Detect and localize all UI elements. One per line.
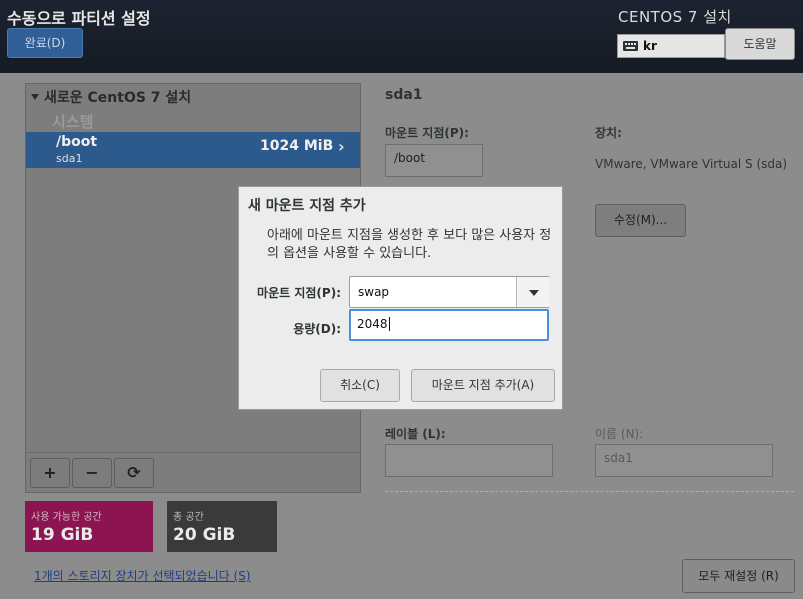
group-label-system: 시스템 — [52, 113, 94, 131]
total-space-label: 총 공간 — [173, 512, 204, 523]
product-title: CENTOS 7 설치 — [618, 8, 732, 26]
available-space-box: 사용 가능한 공간 19 GiB — [25, 501, 153, 552]
keyboard-layout-label: kr — [643, 39, 657, 53]
storage-devices-link[interactable]: 1개의 스토리지 장치가 선택되었습니다 (S) — [34, 567, 251, 584]
dialog-title: 새 마운트 지점 추가 — [248, 198, 366, 214]
partition-device: sda1 — [56, 152, 83, 165]
partition-toolbar: + − ⟳ — [26, 452, 360, 492]
tree-header[interactable]: 새로운 CentOS 7 설치 — [31, 87, 191, 107]
device-label: 장치: — [595, 126, 622, 140]
cancel-button[interactable]: 취소(C) — [320, 369, 400, 402]
available-space-label: 사용 가능한 공간 — [31, 512, 102, 523]
done-button[interactable]: 완료(D) — [7, 28, 83, 58]
keyboard-icon — [623, 41, 638, 51]
keyboard-layout-indicator[interactable]: kr — [617, 34, 725, 58]
refresh-icon[interactable]: ⟳ — [114, 458, 154, 488]
help-button[interactable]: 도움말 — [725, 28, 795, 60]
name-field-label: 이름 (N): — [595, 427, 644, 441]
chevron-right-icon: › — [338, 137, 345, 156]
add-mount-point-dialog: 새 마운트 지점 추가 아래에 마운트 지점을 생성한 후 보다 많은 사용자 … — [238, 186, 563, 410]
label-field-label: 레이블 (L): — [385, 427, 446, 441]
available-space-value: 19 GiB — [31, 525, 94, 545]
dialog-mount-label: 마운트 지점(P): — [257, 286, 341, 300]
dialog-capacity-label: 용량(D): — [293, 322, 341, 336]
mount-point-combo-value: swap — [358, 285, 390, 299]
partition-size: 1024 MiB — [260, 138, 334, 154]
mount-point-label: 마운트 지점(P): — [385, 126, 469, 140]
text-caret — [388, 317, 390, 331]
partition-detail-title: sda1 — [385, 87, 423, 103]
section-divider — [385, 491, 794, 492]
header-bar: 수동으로 파티션 설정 완료(D) CENTOS 7 설치 kr 도움말 — [0, 0, 803, 73]
capacity-input-value: 2048 — [357, 317, 388, 331]
partition-row-boot[interactable]: /boot sda1 1024 MiB › — [26, 132, 360, 168]
name-field: sda1 — [595, 444, 773, 477]
chevron-down-icon — [529, 290, 539, 296]
expand-arrow-icon — [31, 94, 39, 100]
partition-mount: /boot — [56, 134, 98, 150]
capacity-input[interactable]: 2048 — [349, 309, 549, 341]
modify-device-button[interactable]: 수정(M)... — [595, 204, 686, 237]
total-space-value: 20 GiB — [173, 525, 236, 545]
mount-point-field[interactable]: /boot — [385, 144, 483, 177]
reset-all-button[interactable]: 모두 재설정 (R) — [682, 559, 795, 593]
page-title: 수동으로 파티션 설정 — [7, 9, 151, 28]
remove-partition-button[interactable]: − — [72, 458, 112, 488]
dialog-description: 아래에 마운트 지점을 생성한 후 보다 많은 사용자 정의 옵션을 사용할 수… — [267, 228, 552, 261]
mount-point-combo[interactable]: swap — [349, 276, 550, 308]
label-field[interactable] — [385, 444, 553, 477]
total-space-box: 총 공간 20 GiB — [167, 501, 277, 552]
tree-title: 새로운 CentOS 7 설치 — [44, 90, 192, 106]
add-mount-point-button[interactable]: 마운트 지점 추가(A) — [411, 369, 555, 402]
mount-point-dropdown-button[interactable] — [516, 277, 550, 307]
add-partition-button[interactable]: + — [30, 458, 70, 488]
device-value: VMware, VMware Virtual S (sda) — [595, 157, 788, 171]
